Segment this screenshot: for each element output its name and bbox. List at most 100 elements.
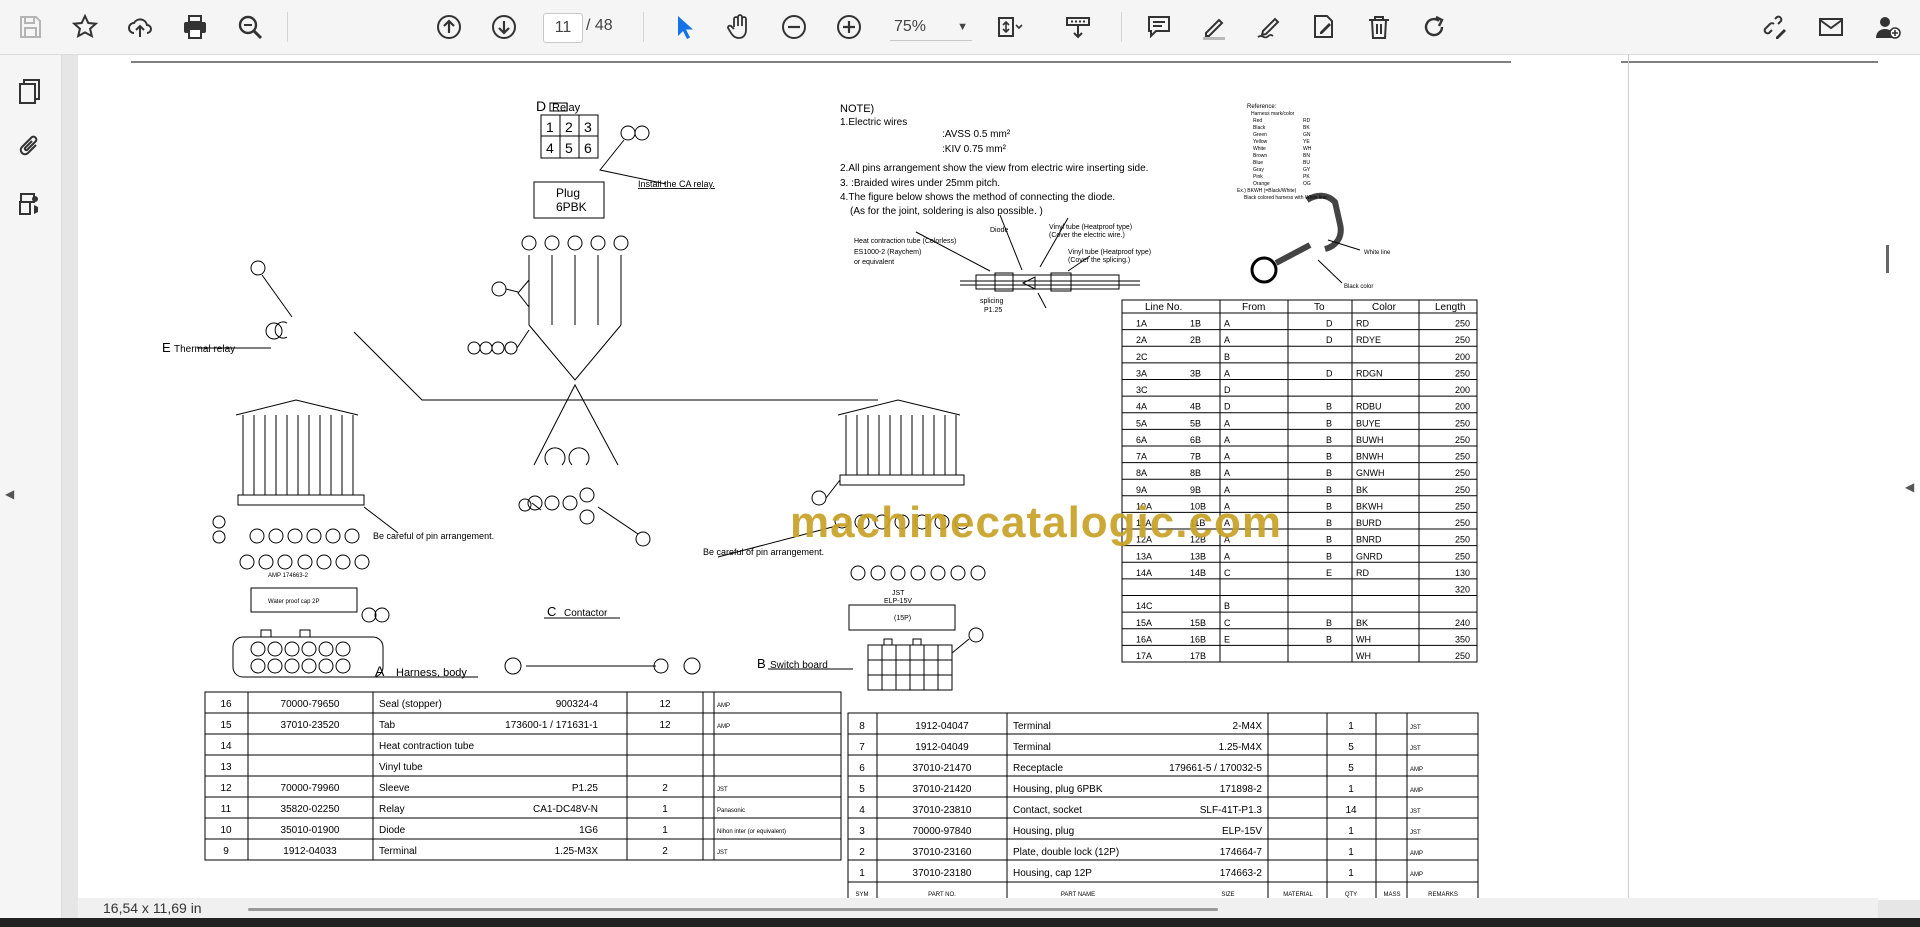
delete-trash-icon[interactable] — [1360, 8, 1398, 46]
wiring-drawing: D Relay 1 2 3 4 5 6 Plug 6PBK Install th… — [131, 61, 1878, 900]
wire-line-end: 1B — [1190, 319, 1201, 329]
fit-page-icon[interactable] — [990, 8, 1028, 46]
reference-color-code: OG — [1303, 181, 1311, 187]
part-no: 37010-21470 — [913, 763, 972, 774]
layers-icon[interactable] — [11, 185, 49, 223]
part-size: P1.25 — [572, 783, 599, 794]
pdf-page: D Relay 1 2 3 4 5 6 Plug 6PBK Install th… — [78, 55, 1920, 900]
fifteen-p-label: (15P) — [894, 615, 911, 622]
wire-line-start: 15A — [1136, 618, 1152, 628]
add-user-icon[interactable] — [1868, 8, 1906, 46]
part-sym: 2 — [859, 847, 865, 858]
wire-line-start: 3A — [1136, 368, 1147, 378]
thermal-letter: E — [162, 340, 171, 355]
wire-length: 250 — [1455, 518, 1470, 528]
reference-color-code: BK — [1303, 125, 1310, 131]
reference-color-code: BN — [1303, 153, 1310, 159]
wire-to-connector: D — [1326, 368, 1333, 378]
wire-table-header-from: From — [1242, 302, 1265, 313]
part-name: Heat contraction tube — [379, 741, 474, 752]
wire-table-header-color: Color — [1372, 302, 1397, 313]
page-down-icon[interactable] — [485, 8, 523, 46]
zoom-search-icon[interactable] — [231, 8, 269, 46]
wire-color: RD — [1356, 319, 1369, 329]
scroll-mode-icon[interactable] — [1059, 8, 1097, 46]
part-remarks: Panasonic — [717, 808, 745, 814]
wire-to-connector: B — [1326, 551, 1332, 561]
edit-icon[interactable] — [1305, 8, 1343, 46]
wire-to-connector: B — [1326, 468, 1332, 478]
diode-label: Diode — [990, 227, 1008, 234]
part-size: CA1-DC48V-N — [533, 804, 598, 815]
page-up-icon[interactable] — [430, 8, 468, 46]
page-edge — [1628, 55, 1629, 900]
wire-line-start: 1A — [1136, 319, 1147, 329]
part-qty: 1 — [662, 804, 668, 815]
zoom-out-icon[interactable] — [775, 8, 813, 46]
watermark: machinecatalogic.com — [790, 498, 1282, 547]
wire-length: 200 — [1455, 402, 1470, 412]
attachment-paperclip-icon[interactable] — [11, 128, 49, 166]
wire-from-connector: D — [1224, 385, 1231, 395]
zoom-in-icon[interactable] — [830, 8, 868, 46]
pages-thumbnail-icon[interactable] — [11, 72, 49, 110]
part-qty: 2 — [662, 846, 668, 857]
horizontal-scrollbar[interactable] — [248, 908, 1218, 911]
wire-from-connector: A — [1224, 335, 1230, 345]
heat-tube-label: Heat contraction tube (Colorless) — [854, 238, 956, 245]
email-icon[interactable] — [1812, 8, 1850, 46]
rotate-icon[interactable] — [1415, 8, 1453, 46]
print-icon[interactable] — [176, 8, 214, 46]
zoom-select[interactable]: 75% ▼ — [890, 13, 972, 41]
hand-pan-icon[interactable] — [720, 8, 758, 46]
reference-sub: Harness mark/color — [1251, 111, 1295, 117]
wire-length: 250 — [1455, 335, 1470, 345]
black-color-label: Black color — [1344, 284, 1373, 290]
wire-color: BK — [1356, 485, 1368, 495]
wire-from-connector: A — [1224, 319, 1230, 329]
collapse-right-icon[interactable]: ◀ — [1905, 480, 1914, 494]
reference-color-name: Yellow — [1253, 139, 1268, 145]
reference-color-code: YE — [1303, 139, 1310, 145]
part-name: Terminal — [1013, 742, 1051, 753]
waterproof-label: Water proof cap 2P — [268, 599, 319, 605]
part-name: Vinyl tube — [379, 762, 423, 773]
link-edit-icon[interactable] — [1756, 8, 1794, 46]
part-sym: 9 — [223, 846, 229, 857]
sign-pen-icon[interactable] — [1250, 8, 1288, 46]
wire-line-start: 9A — [1136, 485, 1147, 495]
save-icon[interactable] — [11, 8, 49, 46]
note-title: NOTE) — [840, 103, 874, 115]
wire-length: 250 — [1455, 501, 1470, 511]
wire-line-end: 16B — [1190, 634, 1206, 644]
highlight-pen-icon[interactable] — [1195, 8, 1233, 46]
chevron-down-icon: ▼ — [957, 20, 968, 33]
part-size: 173600-1 / 171631-1 — [505, 720, 598, 731]
select-cursor-icon[interactable] — [665, 8, 703, 46]
collapse-left-icon[interactable]: ◀ — [5, 487, 14, 501]
wire-length: 250 — [1455, 368, 1470, 378]
reference-color-code: GN — [1303, 132, 1311, 138]
vertical-scrollbar[interactable] — [1886, 245, 1889, 273]
wire-from-connector: C — [1224, 568, 1231, 578]
wire-line-start: 16A — [1136, 634, 1152, 644]
wire-line-start: 4A — [1136, 402, 1147, 412]
part-sym: 6 — [859, 763, 865, 774]
part-name: Terminal — [1013, 721, 1051, 732]
wire-color: RDYE — [1356, 335, 1381, 345]
wire-table-header-line: Line No. — [1145, 302, 1182, 313]
comment-icon[interactable] — [1140, 8, 1178, 46]
bookmark-star-icon[interactable] — [66, 8, 104, 46]
part-size: 2-M4X — [1233, 721, 1263, 732]
wire-to-connector: B — [1326, 418, 1332, 428]
page-number-input[interactable]: 11 — [543, 13, 583, 43]
page-size-readout: 16,54 x 11,69 in — [103, 900, 202, 916]
wire-line-end: 8B — [1190, 468, 1201, 478]
upload-cloud-icon[interactable] — [121, 8, 159, 46]
wire-color: RD — [1356, 568, 1369, 578]
part-sym: 5 — [859, 784, 865, 795]
plug-label: Plug — [556, 186, 580, 200]
part-remarks: AMP — [717, 724, 730, 730]
wire-from-connector: A — [1224, 418, 1230, 428]
wire-length: 130 — [1455, 568, 1470, 578]
